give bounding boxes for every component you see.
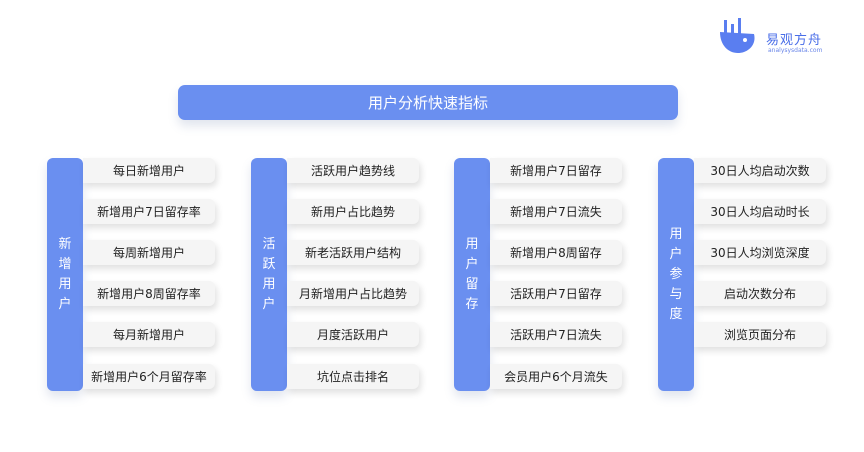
metric-item: 每日新增用户 — [83, 158, 215, 183]
metric-item: 活跃用户7日留存 — [490, 281, 622, 306]
label-char: 与 — [669, 286, 683, 302]
metric-item: 新增用户8周留存 — [490, 240, 622, 265]
brand-name: 易观方舟 — [766, 33, 823, 48]
whale-logo-icon — [720, 18, 755, 54]
metric-item: 活跃用户7日流失 — [490, 322, 622, 347]
metric-item: 每周新增用户 — [83, 240, 215, 265]
metric-item: 启动次数分布 — [694, 281, 826, 306]
metric-item: 新老活跃用户结构 — [287, 240, 419, 265]
group-label: 新 增 用 户 — [47, 158, 83, 391]
label-char: 留 — [465, 276, 479, 292]
label-char: 存 — [465, 296, 479, 312]
label-char: 户 — [262, 296, 276, 312]
label-char: 用 — [58, 276, 72, 292]
label-char: 户 — [58, 296, 72, 312]
label-char: 用 — [262, 276, 276, 292]
metric-item: 新增用户6个月留存率 — [83, 364, 215, 389]
label-char: 度 — [669, 306, 683, 322]
metric-item: 新增用户8周留存率 — [83, 281, 215, 306]
metric-item: 每月新增用户 — [83, 322, 215, 347]
metric-item: 新增用户7日留存 — [490, 158, 622, 183]
label-char: 用 — [669, 226, 683, 242]
label-char: 户 — [465, 256, 479, 272]
metric-item: 活跃用户趋势线 — [287, 158, 419, 183]
metric-item: 30日人均浏览深度 — [694, 240, 826, 265]
brand-logo: 易观方舟 analysysdata.com — [716, 18, 836, 62]
metric-item: 月度活跃用户 — [287, 322, 419, 347]
label-char: 增 — [58, 256, 72, 272]
metric-item: 新用户占比趋势 — [287, 199, 419, 224]
metric-item: 月新增用户占比趋势 — [287, 281, 419, 306]
group-label: 用 户 留 存 — [454, 158, 490, 391]
metric-item: 坑位点击排名 — [287, 364, 419, 389]
group-label: 活 跃 用 户 — [251, 158, 287, 391]
label-char: 新 — [58, 236, 72, 252]
metric-item: 30日人均启动次数 — [694, 158, 826, 183]
label-char: 参 — [669, 266, 683, 282]
metric-item: 新增用户7日留存率 — [83, 199, 215, 224]
metric-item: 会员用户6个月流失 — [490, 364, 622, 389]
group-label: 用 户 参 与 度 — [658, 158, 694, 391]
metric-item: 30日人均启动时长 — [694, 199, 826, 224]
label-char: 跃 — [262, 256, 276, 272]
label-char: 户 — [669, 246, 683, 262]
label-char: 活 — [262, 236, 276, 252]
label-char: 用 — [465, 236, 479, 252]
brand-url: analysysdata.com — [768, 47, 823, 54]
metric-item: 浏览页面分布 — [694, 322, 826, 347]
metric-item: 新增用户7日流失 — [490, 199, 622, 224]
page-title: 用户分析快速指标 — [178, 85, 678, 120]
